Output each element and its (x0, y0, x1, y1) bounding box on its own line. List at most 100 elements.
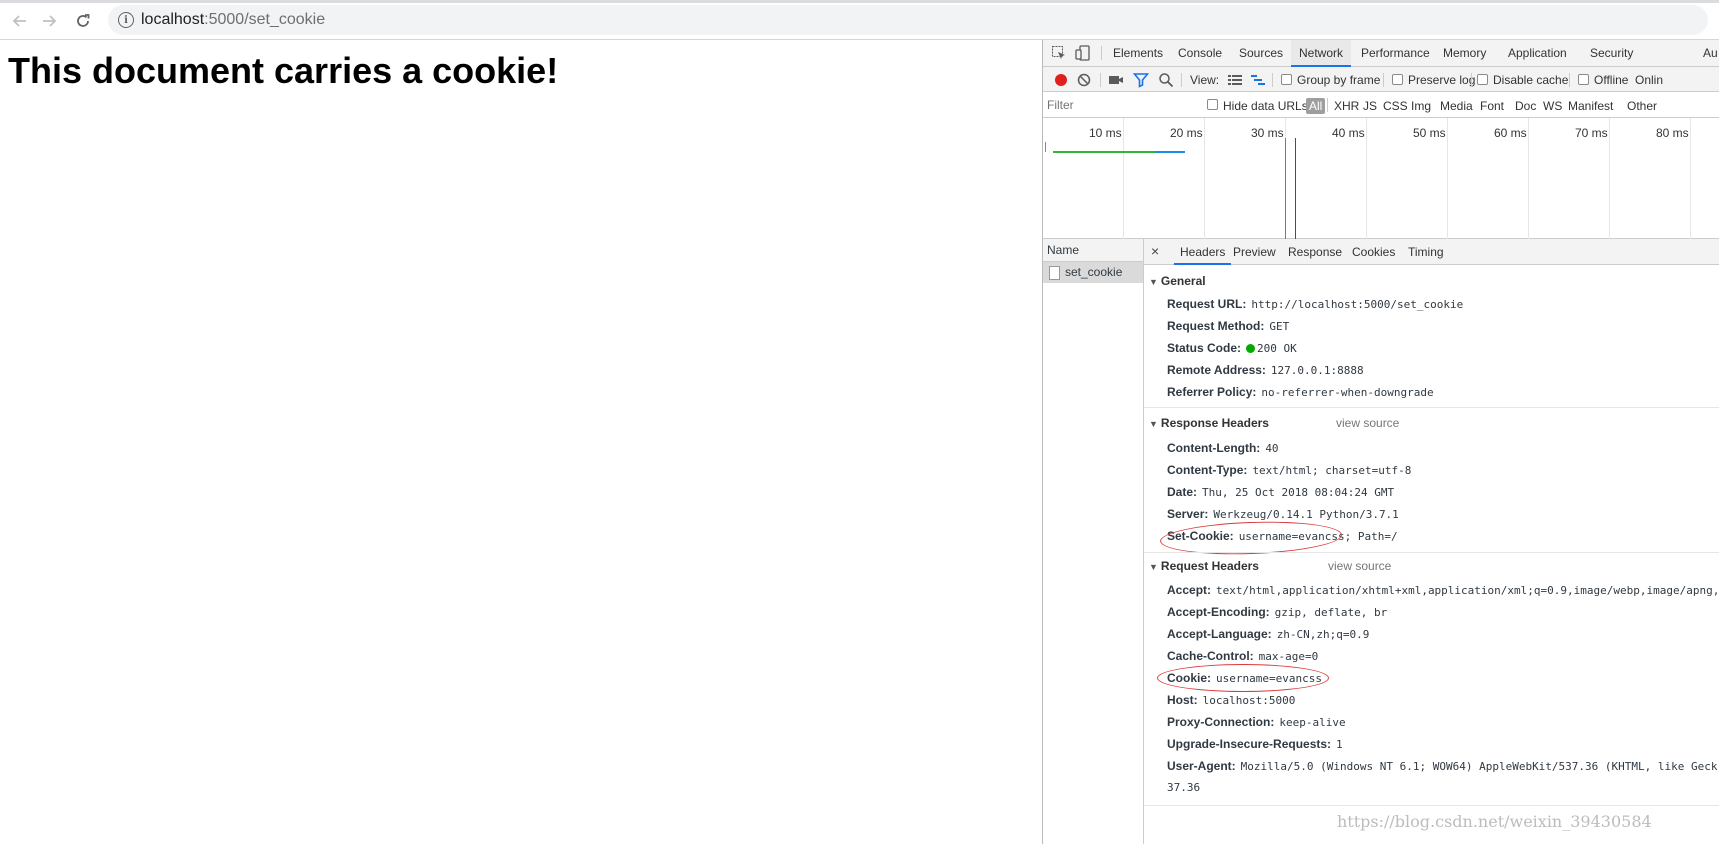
header-row: Content-Length: 40 (1167, 438, 1279, 458)
header-value: 127.0.0.1:8888 (1270, 364, 1364, 377)
tab-strip-edge (0, 0, 1719, 3)
throttling-select[interactable]: Onlin (1635, 73, 1663, 87)
header-row: Date: Thu, 25 Oct 2018 08:04:24 GMT (1167, 482, 1394, 502)
url-path: :5000/set_cookie (204, 11, 326, 28)
tab-timing[interactable]: Timing (1408, 239, 1444, 265)
back-icon[interactable] (7, 8, 33, 34)
large-rows-icon[interactable] (1227, 72, 1243, 88)
address-url[interactable]: localhost:5000/set_cookie (141, 11, 325, 29)
search-icon[interactable] (1158, 72, 1174, 88)
tab-application[interactable]: Application (1508, 40, 1567, 67)
group-by-frame-label: Group by frame (1297, 73, 1381, 87)
request-detail: × Headers Preview Response Cookies Timin… (1144, 239, 1719, 844)
general-section-toggle[interactable]: ▼ General (1149, 274, 1206, 288)
document-icon (1049, 266, 1060, 280)
waterfall-icon[interactable] (1250, 72, 1266, 88)
view-label: View: (1190, 73, 1220, 87)
filter-type-ws[interactable]: WS (1543, 99, 1562, 113)
gridline (1447, 118, 1448, 239)
url-host: localhost (141, 11, 205, 28)
close-icon[interactable]: × (1151, 243, 1159, 259)
header-value: 1 (1336, 738, 1343, 751)
header-row: Upgrade-Insecure-Requests: 1 (1167, 734, 1343, 754)
header-key: Accept: (1167, 583, 1212, 597)
tab-performance[interactable]: Performance (1361, 40, 1430, 67)
filter-type-xhr[interactable]: XHR (1334, 99, 1359, 113)
device-toolbar-icon[interactable] (1075, 45, 1091, 61)
load-event-line (1285, 138, 1286, 239)
header-key: Accept-Language: (1167, 627, 1272, 641)
hide-data-urls-checkbox[interactable] (1207, 99, 1218, 110)
filter-type-manifest[interactable]: Manifest (1568, 99, 1613, 113)
header-row: Request URL: http://localhost:5000/set_co… (1167, 294, 1463, 314)
devtools-panel: Elements Console Sources Network Perform… (1043, 40, 1719, 844)
tick-label: 40 ms (1332, 126, 1365, 140)
request-row[interactable]: set_cookie (1043, 262, 1143, 283)
header-value: 37.36 (1167, 781, 1201, 794)
tab-security[interactable]: Security (1590, 40, 1633, 67)
header-value: localhost:5000 (1202, 694, 1296, 707)
header-key: Cache-Control: (1167, 649, 1254, 663)
record-icon[interactable] (1053, 72, 1069, 88)
page-content: This document carries a cookie! (0, 41, 1042, 844)
header-value: no-referrer-when-downgrade (1261, 386, 1434, 399)
preserve-log-checkbox[interactable] (1392, 74, 1403, 85)
network-overview[interactable]: 10 ms 20 ms 30 ms 40 ms 50 ms 60 ms 70 m… (1043, 118, 1719, 239)
tab-console[interactable]: Console (1178, 40, 1222, 67)
clear-icon[interactable] (1076, 72, 1092, 88)
header-key: Server: (1167, 507, 1209, 521)
tab-sources[interactable]: Sources (1239, 40, 1283, 67)
gridline (1528, 118, 1529, 239)
disable-cache-checkbox[interactable] (1477, 74, 1488, 85)
header-row: Accept-Encoding: gzip, deflate, br (1167, 602, 1387, 622)
disable-cache-label: Disable cache (1493, 73, 1569, 87)
tab-audits[interactable]: Au (1703, 40, 1718, 67)
filter-type-doc[interactable]: Doc (1515, 99, 1536, 113)
filter-type-media[interactable]: Media (1440, 99, 1473, 113)
general-title: General (1160, 274, 1206, 288)
overview-start-marker (1045, 142, 1046, 152)
header-key: Host: (1167, 693, 1198, 707)
tab-memory[interactable]: Memory (1443, 40, 1486, 67)
group-by-frame-checkbox[interactable] (1281, 74, 1292, 85)
filter-type-all[interactable]: All (1306, 98, 1326, 114)
tab-network[interactable]: Network (1291, 40, 1352, 67)
header-value: 200 OK (1257, 342, 1297, 355)
header-value: 40 (1265, 442, 1279, 455)
reload-icon[interactable] (70, 8, 96, 34)
devtools-tabbar: Elements Console Sources Network Perform… (1043, 40, 1719, 67)
header-row: Content-Type: text/html; charset=utf-8 (1167, 460, 1411, 480)
response-view-source-link[interactable]: view source (1336, 416, 1399, 430)
filter-icon[interactable] (1132, 72, 1150, 88)
tab-response[interactable]: Response (1288, 239, 1342, 265)
request-headers-toggle[interactable]: ▼ Request Headers (1149, 559, 1259, 573)
header-row: Proxy-Connection: keep-alive (1167, 712, 1346, 732)
divider (1144, 407, 1719, 408)
overview-download-bar (1155, 151, 1185, 153)
request-view-source-link[interactable]: view source (1328, 559, 1391, 573)
inspect-element-icon[interactable] (1051, 45, 1067, 61)
header-key: Request Method: (1167, 319, 1265, 333)
header-value: keep-alive (1279, 716, 1346, 729)
forward-icon[interactable] (36, 8, 62, 34)
screenshot-camera-icon[interactable] (1108, 72, 1124, 88)
filter-input[interactable] (1047, 96, 1197, 114)
filter-type-js[interactable]: JS (1363, 99, 1377, 113)
header-value: text/html; charset=utf-8 (1252, 464, 1412, 477)
tab-headers[interactable]: Headers (1174, 239, 1232, 265)
filter-type-font[interactable]: Font (1480, 99, 1504, 113)
filter-type-img[interactable]: Img (1411, 99, 1431, 113)
name-column-header[interactable]: Name (1043, 239, 1143, 262)
filter-type-css[interactable]: CSS (1383, 99, 1408, 113)
filter-type-other[interactable]: Other (1627, 99, 1657, 113)
tab-preview[interactable]: Preview (1233, 239, 1276, 265)
tab-cookies[interactable]: Cookies (1352, 239, 1395, 265)
tab-elements[interactable]: Elements (1113, 40, 1163, 67)
address-bar[interactable]: i localhost:5000/set_cookie (108, 5, 1708, 35)
header-value: http://localhost:5000/set_cookie (1251, 298, 1464, 311)
header-value: Thu, 25 Oct 2018 08:04:24 GMT (1202, 486, 1395, 499)
response-headers-toggle[interactable]: ▼ Response Headers (1149, 416, 1269, 430)
offline-checkbox[interactable] (1578, 74, 1589, 85)
info-icon[interactable]: i (118, 12, 134, 28)
status-ok-icon (1246, 344, 1256, 353)
